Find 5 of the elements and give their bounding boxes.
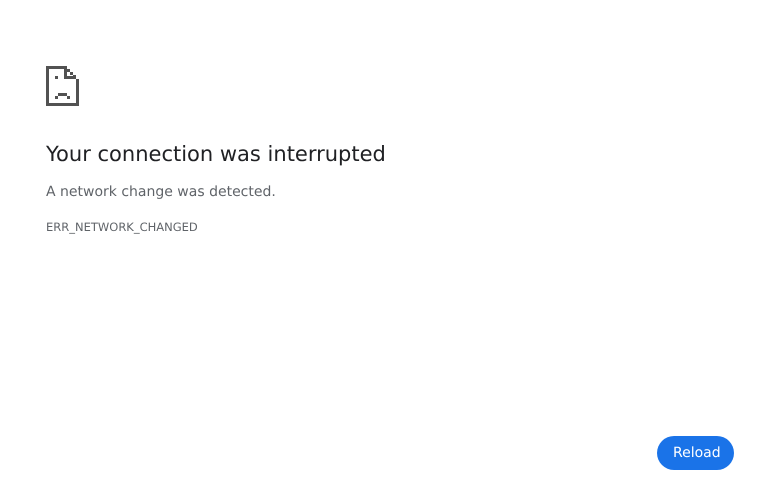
error-code: ERR_NETWORK_CHANGED [46, 219, 198, 236]
error-title: Your connection was interrupted [46, 141, 386, 168]
reload-button[interactable]: Reload [657, 436, 734, 470]
error-message: A network change was detected. [46, 183, 276, 202]
sad-document-icon [46, 66, 79, 106]
